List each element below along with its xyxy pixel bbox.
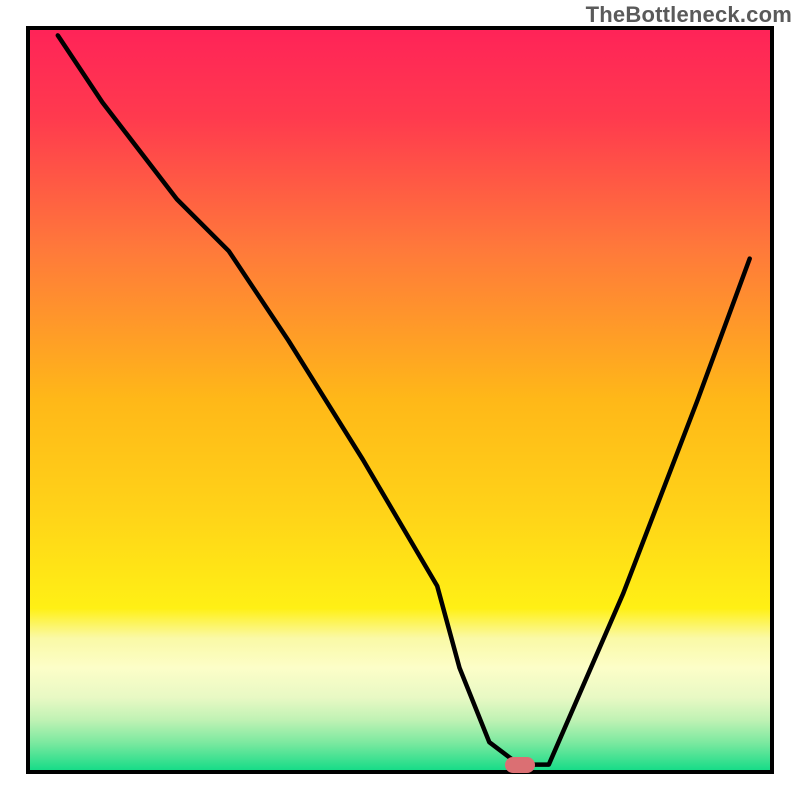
watermark-text: TheBottleneck.com (586, 2, 792, 28)
optimal-marker (505, 757, 535, 773)
plot-background (28, 28, 772, 772)
chart-svg (0, 0, 800, 800)
bottleneck-chart: TheBottleneck.com (0, 0, 800, 800)
